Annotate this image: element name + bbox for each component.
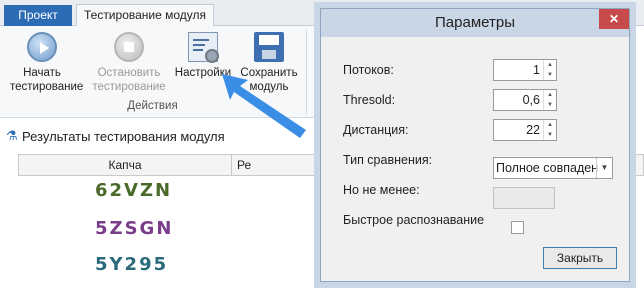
threads-value: 1 [533, 63, 540, 77]
column-captcha[interactable]: Капча [19, 155, 232, 175]
captcha-image-1: 62VZN [95, 180, 173, 201]
spinner-arrows-icon[interactable]: ▲ ▼ [543, 120, 556, 140]
threads-label: Потоков: [343, 63, 394, 77]
stop-icon [114, 32, 144, 62]
floppy-icon [254, 32, 284, 62]
min-label: Но не менее: [343, 183, 420, 197]
dialog-close-button[interactable]: ✕ [599, 9, 629, 29]
tab-module-testing[interactable]: Тестирование модуля [76, 4, 214, 27]
column-result[interactable]: Ре [237, 155, 251, 175]
threshold-value: 0,6 [522, 93, 540, 107]
stop-testing-button[interactable]: Остановить тестирование [90, 32, 168, 94]
compare-type-select[interactable]: Полное совпадение ▼ [493, 157, 613, 179]
start-testing-label: Начать тестирование [10, 67, 84, 93]
captcha-image-3: 5Y295 [95, 254, 169, 275]
captcha-image-2: 5ZSGN [95, 218, 174, 239]
play-icon [27, 32, 57, 62]
threshold-spinner[interactable]: 0,6 ▲ ▼ [493, 89, 557, 111]
pointer-arrow-icon [222, 74, 306, 138]
close-button[interactable]: Закрыть [543, 247, 617, 269]
distance-label: Дистанция: [343, 123, 409, 137]
spinner-arrows-icon[interactable]: ▲ ▼ [543, 60, 556, 80]
fast-recognition-checkbox[interactable] [511, 221, 524, 234]
distance-spinner[interactable]: 22 ▲ ▼ [493, 119, 557, 141]
chevron-down-icon[interactable]: ▼ [596, 158, 612, 178]
stop-testing-label: Остановить тестирование [92, 67, 166, 93]
spinner-arrows-icon[interactable]: ▲ ▼ [543, 90, 556, 110]
fast-recognition-label: Быстрое распознавание [343, 213, 485, 227]
min-input [493, 187, 555, 209]
settings-icon [188, 32, 219, 63]
parameters-dialog: Параметры ✕ Потоков: 1 ▲ ▼ Thresold: 0,6 … [320, 8, 630, 282]
dialog-title: Параметры [321, 9, 629, 37]
threshold-label: Thresold: [343, 93, 396, 107]
results-title: Результаты тестирования модуля [22, 129, 225, 144]
start-testing-button[interactable]: Начать тестирование [10, 32, 84, 94]
flask-icon: ⚗ [6, 128, 18, 143]
compare-type-label: Тип сравнения: [343, 153, 433, 167]
tab-project[interactable]: Проект [4, 5, 72, 26]
compare-type-value: Полное совпадение [496, 161, 598, 175]
threads-spinner[interactable]: 1 ▲ ▼ [493, 59, 557, 81]
distance-value: 22 [526, 123, 540, 137]
